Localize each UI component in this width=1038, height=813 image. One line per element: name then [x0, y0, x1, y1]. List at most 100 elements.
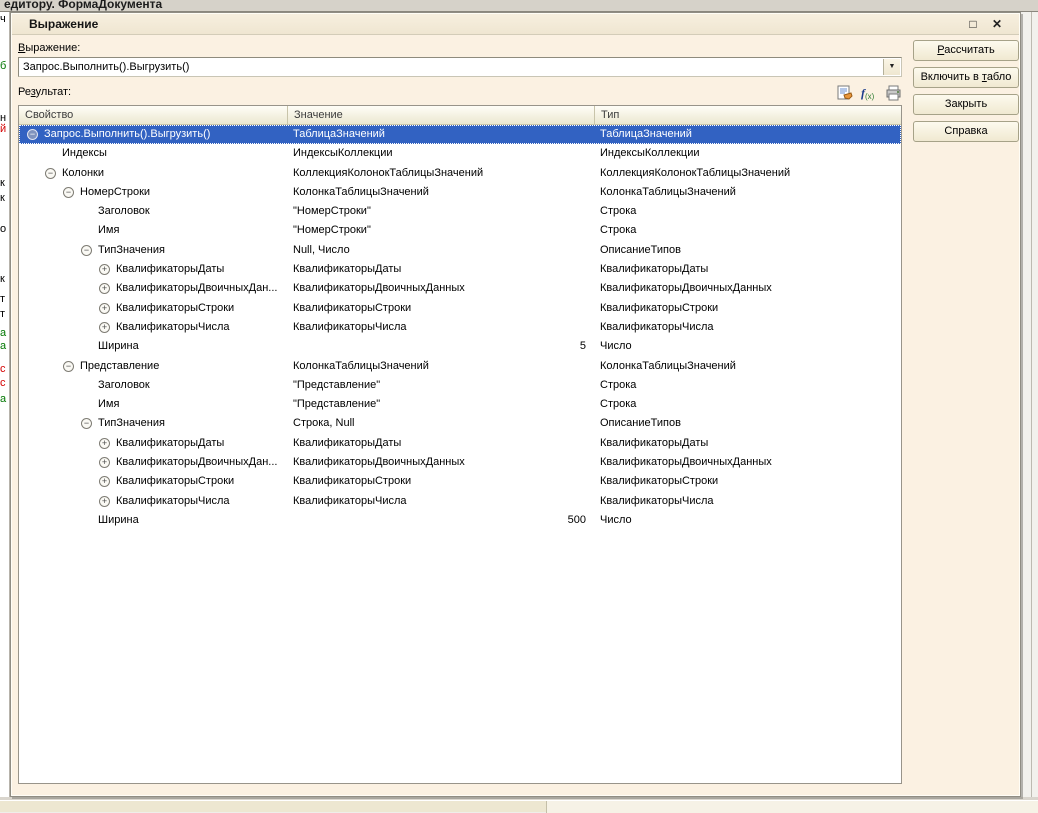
property-name: Представление [80, 359, 160, 372]
type-cell: ОписаниеТипов [600, 243, 681, 256]
type-cell: Строка [600, 398, 637, 411]
value-cell: КвалификаторыДвоичныхДанных [293, 282, 465, 295]
background-right-edge [1023, 12, 1038, 800]
table-row[interactable]: Заголовок "НомерСтроки" Строка [19, 202, 901, 221]
show-value-icon[interactable] [837, 85, 855, 102]
code-fragment-char: а [0, 393, 7, 405]
collapse-icon[interactable]: − [27, 129, 38, 140]
property-name: КвалификаторыСтроки [116, 301, 235, 314]
expression-dropdown-button[interactable]: ▼ [883, 59, 900, 75]
table-row[interactable]: + КвалификаторыДвоичныхДан... Квалификатор… [19, 279, 901, 298]
table-row[interactable]: + КвалификаторыДвоичныхДан... Квалификатор… [19, 453, 901, 472]
column-header-type[interactable]: Тип [594, 106, 901, 125]
table-row[interactable]: − Колонки КоллекцияКолонокТаблицыЗначений К… [19, 164, 901, 183]
property-cell: + КвалификаторыДаты [19, 434, 287, 453]
type-cell: КвалификаторыСтроки [600, 301, 719, 314]
value-cell: КвалификаторыЧисла [293, 320, 407, 333]
type-cell: Строка [600, 224, 637, 237]
property-name: КвалификаторыДаты [116, 436, 225, 449]
property-name: Имя [98, 224, 120, 237]
value-cell: "НомерСтроки" [293, 205, 371, 218]
type-cell: КвалификаторыДаты [600, 263, 709, 276]
code-fragment-char: а [0, 327, 7, 339]
table-row[interactable]: + КвалификаторыДаты КвалификаторыДаты Квали… [19, 260, 901, 279]
dialog-titlebar[interactable]: Выражение □ ✕ [12, 14, 1019, 35]
value-cell: "Представление" [293, 398, 381, 411]
status-bar [0, 800, 1038, 813]
table-row[interactable]: Ширина 500 Число [19, 511, 901, 530]
collapse-icon[interactable]: − [45, 167, 56, 179]
column-header-value[interactable]: Значение [287, 106, 594, 125]
close-icon[interactable]: ✕ [989, 16, 1005, 32]
table-row[interactable]: Заголовок "Представление" Строка [19, 376, 901, 395]
collapse-icon[interactable]: − [81, 244, 92, 256]
include-in-board-button[interactable]: Включить в табло [913, 67, 1019, 88]
code-fragment-char: т [0, 308, 6, 320]
property-name: КвалификаторыДвоичныхДан... [116, 456, 278, 469]
table-row[interactable]: + КвалификаторыЧисла КвалификаторыЧисла Ква… [19, 492, 901, 511]
type-cell: ОписаниеТипов [600, 417, 681, 430]
expand-icon[interactable]: + [99, 321, 110, 333]
type-cell: КвалификаторыСтроки [600, 475, 719, 488]
dialog-title: Выражение [29, 17, 99, 31]
calculate-button[interactable]: Рассчитать [913, 40, 1019, 61]
expand-icon[interactable]: + [99, 302, 110, 314]
table-row[interactable]: Ширина 5 Число [19, 337, 901, 356]
maximize-icon[interactable]: □ [965, 16, 981, 32]
background-window-titlebar: едитору. ФормаДокумента [0, 0, 1038, 12]
column-header-property[interactable]: Свойство [19, 106, 287, 125]
help-button[interactable]: Справка [913, 121, 1019, 142]
expression-input-value: Запрос.Выполнить().Выгрузить() [23, 61, 190, 73]
print-icon[interactable] [885, 85, 903, 102]
expand-icon[interactable]: + [99, 437, 110, 449]
table-row[interactable]: − Запрос.Выполнить().Выгрузить() ТаблицаЗн… [19, 125, 901, 145]
table-row[interactable]: Имя "НомерСтроки" Строка [19, 221, 901, 240]
code-fragment-char: а [0, 340, 7, 352]
expand-icon[interactable]: + [99, 495, 110, 507]
collapse-icon[interactable]: − [63, 186, 74, 198]
property-name: Ширина [98, 513, 139, 526]
close-button[interactable]: Закрыть [913, 94, 1019, 115]
property-name: Ширина [98, 340, 139, 353]
table-row[interactable]: − ТипЗначения Строка, Null ОписаниеТипов [19, 414, 901, 433]
type-cell: Число [600, 513, 632, 526]
table-row[interactable]: + КвалификаторыЧисла КвалификаторыЧисла Ква… [19, 318, 901, 337]
property-cell: + КвалификаторыДаты [19, 260, 287, 279]
property-cell: Имя [19, 395, 287, 414]
table-row[interactable]: Индексы ИндексыКоллекции ИндексыКоллекции [19, 144, 901, 163]
property-cell: + КвалификаторыСтроки [19, 472, 287, 491]
type-cell: Число [600, 340, 632, 353]
value-cell: КвалификаторыЧисла [293, 494, 407, 507]
table-row[interactable]: + КвалификаторыСтроки КвалификаторыСтроки К… [19, 299, 901, 318]
collapse-icon[interactable]: − [63, 360, 74, 372]
value-cell: КолонкаТаблицыЗначений [293, 185, 429, 198]
code-fragment-char: с [0, 377, 6, 389]
value-cell: 5 [579, 340, 586, 353]
table-row[interactable]: − Представление КолонкаТаблицыЗначений Коло… [19, 357, 901, 376]
status-bar-right-pane [547, 801, 1038, 813]
type-cell: КоллекцияКолонокТаблицыЗначений [600, 166, 791, 179]
table-row[interactable]: + КвалификаторыСтроки КвалификаторыСтроки К… [19, 472, 901, 491]
property-name: Колонки [62, 166, 104, 179]
result-table: Свойство Значение Тип − Запрос.Выполнить(… [18, 105, 902, 784]
code-fragment-char: ч [0, 13, 6, 25]
property-name: Имя [98, 398, 120, 411]
property-cell: Ширина [19, 511, 287, 530]
value-cell: КвалификаторыДаты [293, 436, 402, 449]
expand-icon[interactable]: + [99, 457, 110, 469]
code-fragment-char: с [0, 363, 6, 375]
value-cell: Null, Число [293, 243, 350, 256]
result-toolbar: f(x) [837, 85, 903, 103]
value-cell: КвалификаторыДаты [293, 263, 402, 276]
background-divider [1031, 12, 1032, 800]
function-icon[interactable]: f(x) [861, 86, 879, 103]
property-cell: Заголовок [19, 376, 287, 395]
expression-input[interactable]: Запрос.Выполнить().Выгрузить() ▼ [18, 57, 902, 77]
type-cell: КвалификаторыЧисла [600, 494, 714, 507]
table-row[interactable]: Имя "Представление" Строка [19, 395, 901, 414]
result-table-body: − Запрос.Выполнить().Выгрузить() ТаблицаЗн… [19, 125, 901, 783]
expand-icon[interactable]: + [99, 264, 110, 276]
table-row[interactable]: − НомерСтроки КолонкаТаблицыЗначений Колонк… [19, 183, 901, 202]
table-row[interactable]: − ТипЗначения Null, Число ОписаниеТипов [19, 241, 901, 260]
table-row[interactable]: + КвалификаторыДаты КвалификаторыДаты Квали… [19, 434, 901, 453]
